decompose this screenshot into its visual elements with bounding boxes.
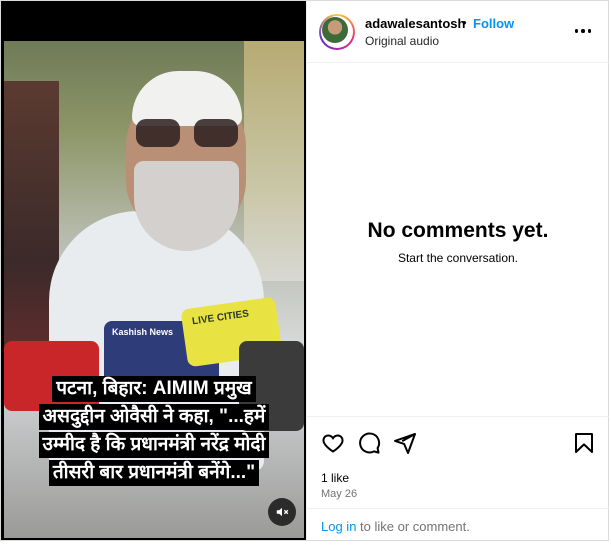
no-comments-title: No comments yet. <box>367 219 549 242</box>
speaker-cap <box>132 71 242 126</box>
post-date[interactable]: May 26 <box>321 488 357 500</box>
login-prompt-text: Log in to like or comment. <box>321 519 470 534</box>
separator-dot: • <box>462 15 467 30</box>
login-prompt: Log in to like or comment. <box>307 508 609 541</box>
post-media[interactable]: Kashish News LIVE CITIES पटना, बिहार: AI… <box>1 1 306 540</box>
follow-button[interactable]: Follow <box>473 16 514 31</box>
avatar[interactable] <box>319 14 355 50</box>
more-dot <box>574 29 579 33</box>
mute-icon <box>276 507 289 517</box>
login-prompt-rest: to like or comment. <box>356 519 470 534</box>
avatar-photo <box>322 17 348 43</box>
login-link[interactable]: Log in <box>321 519 356 534</box>
caption-line: पटना, बिहार: AIMIM प्रमुख <box>52 376 256 402</box>
caption-line: उम्मीद है कि प्रधानमंत्री नरेंद्र मोदी <box>38 432 270 458</box>
username-link[interactable]: adawalesantosh <box>365 16 465 31</box>
post-side-panel: adawalesantosh • Follow Original audio N… <box>306 1 609 540</box>
post-header: adawalesantosh • Follow Original audio <box>307 1 609 63</box>
more-dot <box>581 29 585 33</box>
glasses-left <box>136 119 180 147</box>
caption-line: तीसरी बार प्रधानमंत्री बनेंगे..." <box>48 460 260 486</box>
bookmark-icon[interactable] <box>572 431 596 455</box>
audio-link[interactable]: Original audio <box>365 34 439 48</box>
video-caption: पटना, बिहार: AIMIM प्रमुख असदुद्दीन ओवैस… <box>6 375 302 487</box>
background-building <box>244 41 304 281</box>
share-icon[interactable] <box>393 431 417 455</box>
likes-count[interactable]: 1 like <box>321 471 349 485</box>
mute-button[interactable] <box>268 498 296 526</box>
more-dot <box>587 29 592 33</box>
mic-label-live-cities: LIVE CITIES <box>191 308 250 328</box>
heart-icon[interactable] <box>321 431 345 455</box>
post-actions: 1 like May 26 <box>307 416 609 523</box>
caption-line: असदुद्दीन ओवैसी ने कहा, "...हमें <box>38 404 270 430</box>
glasses-right <box>194 119 238 147</box>
more-options-icon[interactable] <box>573 21 593 41</box>
comment-icon[interactable] <box>357 431 381 455</box>
mic-label-kashish: Kashish News <box>112 327 174 337</box>
no-comments-subtitle: Start the conversation. <box>397 251 519 265</box>
